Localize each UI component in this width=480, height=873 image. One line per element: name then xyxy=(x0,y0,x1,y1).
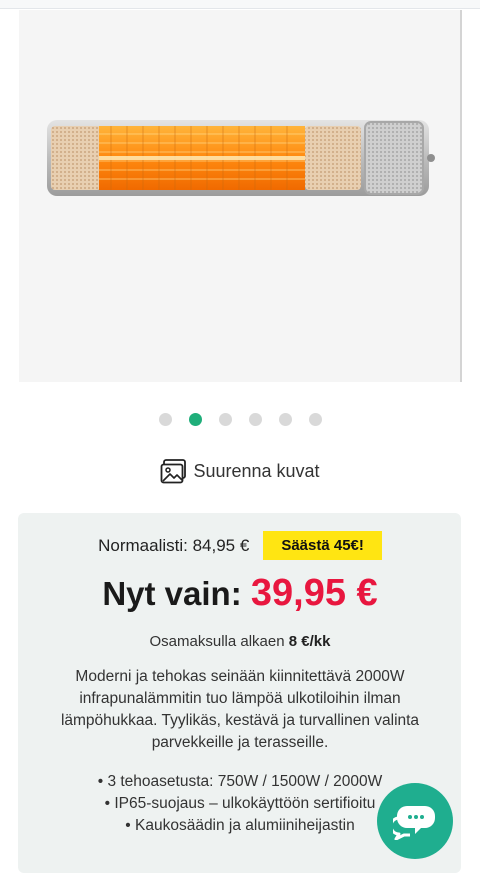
zoom-images-label: Suurenna kuvat xyxy=(193,461,320,481)
gallery-dot-6[interactable] xyxy=(308,413,322,426)
zoom-images-button[interactable]: Suurenna kuvat xyxy=(0,459,480,484)
image-gallery-icon xyxy=(161,459,187,484)
installment-prefix: Osamaksulla alkaen xyxy=(149,633,285,650)
installment-info: Osamaksulla alkaen 8 €/kk xyxy=(0,633,480,650)
savings-badge: Säästä 45€! xyxy=(263,531,382,560)
top-bar xyxy=(0,0,480,9)
product-image-gallery[interactable] xyxy=(19,10,461,382)
gallery-pagination xyxy=(0,413,480,426)
product-description: Moderni ja tehokas seinään kiinnitettävä… xyxy=(60,668,420,751)
chat-button[interactable] xyxy=(377,783,453,859)
gallery-dot-5[interactable] xyxy=(278,413,292,426)
installment-amount: 8 €/kk xyxy=(288,633,331,650)
gallery-dot-2-active[interactable] xyxy=(188,413,202,426)
normal-price-row: Normaalisti: 84,95 € Säästä 45€! xyxy=(0,531,480,560)
current-price-row: Nyt vain: 39,95 € xyxy=(0,572,480,615)
next-image-peek[interactable] xyxy=(462,10,480,382)
now-label: Nyt vain: xyxy=(102,575,242,612)
gallery-dot-4[interactable] xyxy=(248,413,262,426)
normal-price: Normaalisti: 84,95 € xyxy=(98,535,250,555)
gallery-dot-1[interactable] xyxy=(158,413,172,426)
chat-bubbles-icon xyxy=(393,806,435,840)
current-price: 39,95 € xyxy=(250,572,378,614)
gallery-dot-3[interactable] xyxy=(218,413,232,426)
infrared-heater-image xyxy=(19,10,461,382)
